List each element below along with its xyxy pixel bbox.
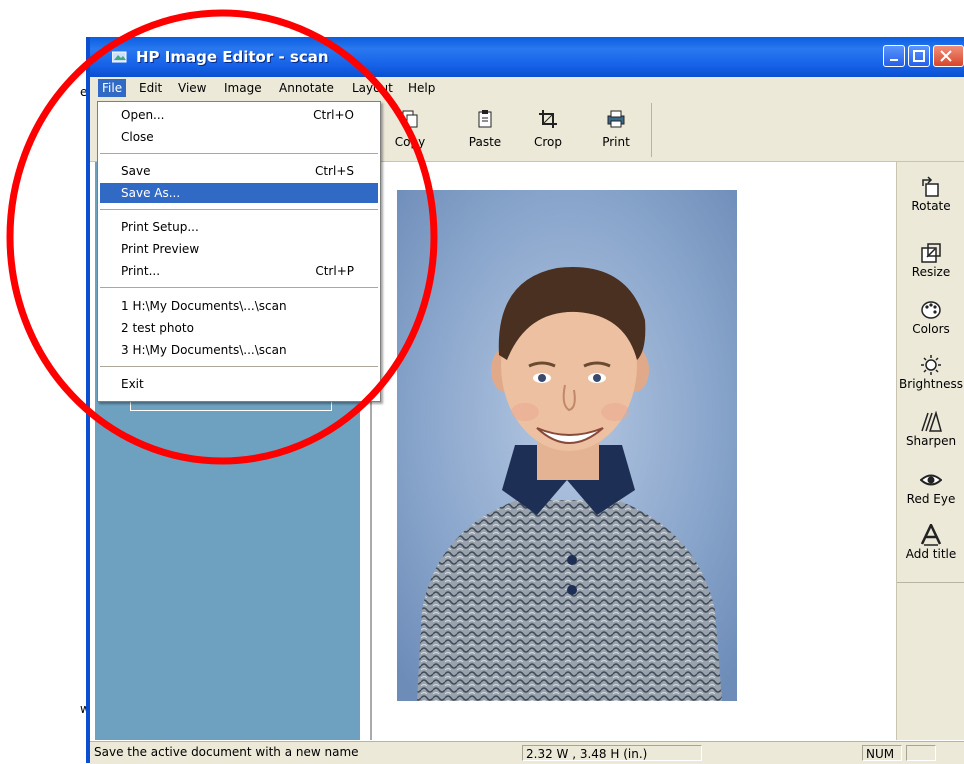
paste-icon bbox=[478, 110, 492, 128]
menu-item-label: Print Preview bbox=[121, 242, 200, 256]
menu-layout[interactable]: Layout bbox=[348, 79, 397, 97]
menu-item-close[interactable]: Close bbox=[100, 127, 378, 147]
rotate-label: Rotate bbox=[911, 199, 951, 213]
paste-label: Paste bbox=[468, 135, 502, 149]
menu-annotate[interactable]: Annotate bbox=[275, 79, 338, 97]
menu-item-label: 2 test photo bbox=[121, 321, 194, 335]
file-menu-dropdown: Open... Ctrl+O Close Save Ctrl+S Save As… bbox=[97, 101, 381, 402]
menu-item-exit[interactable]: Exit bbox=[100, 374, 378, 394]
resize-label: Resize bbox=[911, 265, 951, 279]
palette-icon bbox=[921, 301, 941, 319]
menu-separator bbox=[100, 366, 378, 367]
background-window-strip: e w bbox=[0, 37, 90, 763]
sharpen-icon bbox=[921, 411, 942, 432]
brightness-label: Brightness bbox=[899, 377, 963, 391]
menu-item-label: Print Setup... bbox=[121, 220, 199, 234]
tools-divider bbox=[897, 582, 964, 583]
menu-bar: File Edit View Image Annotate Layout Hel… bbox=[90, 77, 964, 99]
red-eye-label: Red Eye bbox=[906, 492, 956, 506]
paste-button[interactable]: Paste bbox=[457, 105, 513, 157]
menu-item-print-setup[interactable]: Print Setup... bbox=[100, 217, 378, 237]
menu-item-shortcut: Ctrl+P bbox=[315, 264, 354, 278]
minimize-icon bbox=[890, 59, 898, 61]
menu-item-print[interactable]: Print... Ctrl+P bbox=[100, 261, 378, 281]
menu-item-label: Open... bbox=[121, 108, 165, 122]
menu-item-open[interactable]: Open... Ctrl+O bbox=[100, 105, 378, 125]
status-panel-empty bbox=[906, 745, 936, 761]
copy-icon bbox=[402, 110, 418, 128]
add-title-button[interactable]: Add title bbox=[897, 524, 964, 561]
minimize-button[interactable] bbox=[883, 45, 905, 67]
portrait-photo[interactable] bbox=[397, 190, 737, 701]
menu-edit[interactable]: Edit bbox=[135, 79, 166, 97]
window-title: HP Image Editor - scan bbox=[136, 48, 329, 66]
colors-label: Colors bbox=[912, 322, 950, 336]
menu-item-label: Save As... bbox=[121, 186, 181, 200]
crop-button[interactable]: Crop bbox=[520, 105, 576, 157]
menu-item-label: Print... bbox=[121, 264, 161, 278]
menu-item-label: 1 H:\My Documents\...\scan bbox=[121, 299, 287, 313]
menu-help[interactable]: Help bbox=[404, 79, 439, 97]
sharpen-button[interactable]: Sharpen bbox=[897, 411, 964, 448]
menu-view[interactable]: View bbox=[174, 79, 210, 97]
colors-button[interactable]: Colors bbox=[897, 299, 964, 336]
copy-button[interactable]: Copy bbox=[382, 105, 438, 157]
app-icon bbox=[112, 51, 127, 63]
brightness-button[interactable]: Brightness bbox=[897, 354, 964, 391]
menu-file[interactable]: File bbox=[98, 79, 127, 97]
close-button[interactable] bbox=[933, 45, 964, 67]
menu-separator bbox=[100, 209, 378, 210]
num-lock-indicator: NUM bbox=[862, 745, 902, 761]
rotate-button[interactable]: Rotate bbox=[897, 176, 964, 213]
status-bar: Save the active document with a new name… bbox=[90, 741, 964, 764]
toolbar-separator bbox=[651, 103, 652, 157]
menu-item-recent-3[interactable]: 3 H:\My Documents\...\scan bbox=[100, 340, 378, 360]
menu-item-recent-1[interactable]: 1 H:\My Documents\...\scan bbox=[100, 296, 378, 316]
brightness-icon bbox=[921, 355, 941, 375]
maximize-icon bbox=[913, 50, 925, 62]
menu-item-label: Save bbox=[121, 164, 151, 178]
red-eye-button[interactable]: Red Eye bbox=[897, 469, 964, 506]
add-title-icon bbox=[920, 524, 942, 546]
menu-item-shortcut: Ctrl+S bbox=[314, 164, 354, 178]
status-message: Save the active document with a new name bbox=[94, 745, 359, 759]
menu-item-recent-2[interactable]: 2 test photo bbox=[100, 318, 378, 338]
menu-item-print-preview[interactable]: Print Preview bbox=[100, 239, 378, 259]
maximize-button[interactable] bbox=[908, 45, 930, 67]
menu-separator bbox=[100, 287, 378, 288]
crop-icon bbox=[539, 110, 557, 128]
menu-item-label: 3 H:\My Documents\...\scan bbox=[121, 343, 287, 357]
add-title-label: Add title bbox=[905, 547, 957, 561]
title-bar[interactable]: HP Image Editor - scan bbox=[90, 37, 964, 77]
copy-label: Copy bbox=[394, 135, 426, 149]
menu-image[interactable]: Image bbox=[220, 79, 266, 97]
crop-label: Crop bbox=[533, 135, 562, 149]
rotate-icon bbox=[922, 176, 939, 197]
print-button[interactable]: Print bbox=[588, 105, 644, 157]
print-label: Print bbox=[602, 135, 630, 149]
eye-icon bbox=[920, 474, 942, 486]
image-dimensions: 2.32 W , 3.48 H (in.) bbox=[522, 745, 702, 761]
menu-item-shortcut: Ctrl+O bbox=[313, 108, 354, 122]
menu-separator bbox=[100, 153, 378, 154]
resize-button[interactable]: Resize bbox=[897, 242, 964, 279]
menu-item-save-as[interactable]: Save As... bbox=[100, 183, 378, 203]
menu-item-label: Exit bbox=[121, 377, 144, 391]
menu-item-save[interactable]: Save Ctrl+S bbox=[100, 161, 378, 181]
sharpen-label: Sharpen bbox=[905, 434, 957, 448]
resize-icon bbox=[921, 243, 941, 263]
close-icon bbox=[940, 50, 952, 62]
tools-panel: Rotate Resize Colors Brightness Sharpen bbox=[896, 162, 964, 740]
menu-item-label: Close bbox=[121, 130, 154, 144]
print-icon bbox=[607, 110, 625, 128]
